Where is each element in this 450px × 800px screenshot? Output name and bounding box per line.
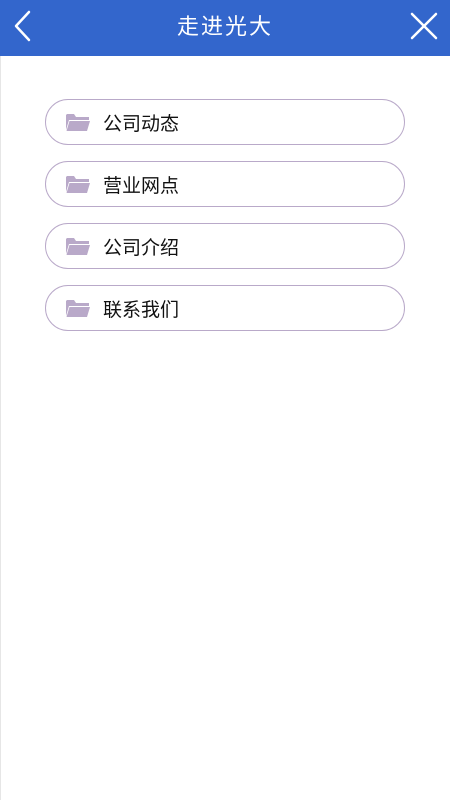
menu-list: 公司动态 营业网点 公司介绍 联系我们 [45, 99, 405, 347]
left-divider [0, 56, 1, 800]
screen: 走进光大 公司动态 营业网点 公司介绍 联系我们 [0, 0, 450, 800]
close-button[interactable] [398, 0, 450, 56]
folder-open-icon [65, 298, 91, 318]
page-title: 走进光大 [176, 15, 273, 40]
menu-item-company-news[interactable]: 公司动态 [45, 99, 405, 145]
folder-open-icon [65, 112, 91, 132]
folder-open-icon [65, 174, 91, 194]
menu-item-company-intro[interactable]: 公司介绍 [45, 223, 405, 269]
menu-item-label: 公司介绍 [103, 236, 180, 259]
menu-item-branches[interactable]: 营业网点 [45, 161, 405, 207]
close-icon [409, 11, 439, 45]
menu-item-label: 联系我们 [103, 298, 180, 321]
folder-open-icon [65, 236, 91, 256]
header-bar: 走进光大 [0, 0, 450, 56]
back-button[interactable] [0, 0, 44, 56]
menu-item-label: 公司动态 [103, 112, 180, 135]
menu-item-contact-us[interactable]: 联系我们 [45, 285, 405, 331]
menu-item-label: 营业网点 [103, 174, 180, 197]
chevron-left-icon [11, 9, 33, 47]
